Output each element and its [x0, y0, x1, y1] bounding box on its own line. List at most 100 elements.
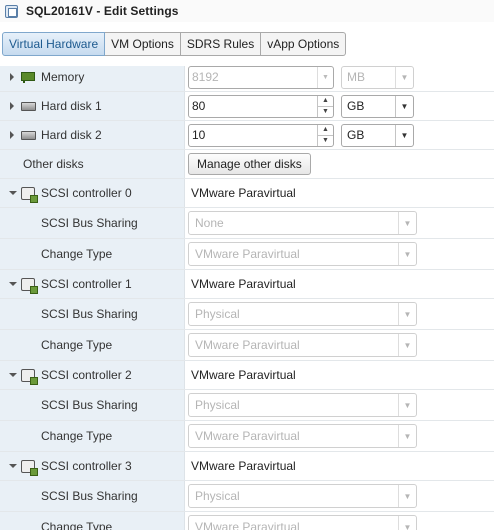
title-bar: SQL20161V - Edit Settings: [0, 0, 494, 22]
scsi-2-bus-sharing-select[interactable]: Physical ▼: [188, 393, 417, 417]
scsi-3-change-type-select[interactable]: VMware Paravirtual ▼: [188, 515, 417, 530]
hard-disk-1-label: Hard disk 1: [41, 99, 102, 113]
change-type-label: Change Type: [41, 338, 113, 352]
scsi-0-change-type-row: Change Type VMware Paravirtual ▼: [0, 239, 494, 270]
scsi-1-bus-sharing-row: SCSI Bus Sharing Physical ▼: [0, 299, 494, 330]
scsi-controller-1-label: SCSI controller 1: [41, 277, 132, 291]
hard-disk-1-row: Hard disk 1 80 ▲ ▼ GB ▼: [0, 92, 494, 121]
scsi-controller-0-row: SCSI controller 0 VMware Paravirtual: [0, 179, 494, 208]
scsi-3-change-type-row: Change Type VMware Paravirtual ▼: [0, 512, 494, 530]
change-type-label: Change Type: [41, 520, 113, 530]
scsi-controller-3-row: SCSI controller 3 VMware Paravirtual: [0, 452, 494, 481]
other-disks-label-cell: Other disks: [0, 150, 185, 178]
scsi-controller-2-label: SCSI controller 2: [41, 368, 132, 382]
scsi-controller-3-label-cell[interactable]: SCSI controller 3: [0, 452, 185, 480]
hard-disk-1-size-input[interactable]: 80 ▲ ▼: [188, 94, 334, 118]
scsi-controller-1-row: SCSI controller 1 VMware Paravirtual: [0, 270, 494, 299]
scsi-controller-2-type: VMware Paravirtual: [191, 368, 296, 382]
memory-label-cell[interactable]: Memory: [0, 66, 185, 91]
other-disks-label: Other disks: [23, 157, 84, 171]
chevron-down-icon[interactable]: ▼: [398, 485, 416, 507]
scsi-bus-sharing-label: SCSI Bus Sharing: [41, 398, 138, 412]
memory-unit-select[interactable]: MB ▼: [341, 66, 414, 89]
collapse-arrow-icon[interactable]: [9, 282, 17, 286]
chevron-down-icon[interactable]: ▼: [395, 95, 413, 117]
hard-disk-icon: [21, 102, 36, 111]
scsi-1-change-type-select[interactable]: VMware Paravirtual ▼: [188, 333, 417, 357]
expand-arrow-icon[interactable]: [10, 102, 14, 110]
scsi-controller-0-label: SCSI controller 0: [41, 186, 132, 200]
chevron-down-icon[interactable]: ▼: [398, 334, 416, 356]
collapse-arrow-icon[interactable]: [9, 464, 17, 468]
scsi-controller-3-type: VMware Paravirtual: [191, 459, 296, 473]
change-type-label: Change Type: [41, 247, 113, 261]
memory-size-input[interactable]: 8192 ▼: [188, 66, 334, 89]
scsi-0-bus-sharing-select[interactable]: None ▼: [188, 211, 417, 235]
spin-up-icon[interactable]: ▲: [318, 125, 333, 136]
scsi-controller-1-type: VMware Paravirtual: [191, 277, 296, 291]
window-title: SQL20161V - Edit Settings: [26, 4, 179, 18]
scsi-controller-0-type: VMware Paravirtual: [191, 186, 296, 200]
hard-disk-icon: [21, 131, 36, 140]
scsi-controller-2-row: SCSI controller 2 VMware Paravirtual: [0, 361, 494, 390]
scsi-0-change-type-value: VMware Paravirtual: [195, 247, 300, 261]
expand-arrow-icon[interactable]: [10, 73, 14, 81]
collapse-arrow-icon[interactable]: [9, 373, 17, 377]
change-type-label: Change Type: [41, 429, 113, 443]
hard-disk-2-size-input[interactable]: 10 ▲ ▼: [188, 123, 334, 147]
hard-disk-1-label-cell[interactable]: Hard disk 1: [0, 92, 185, 120]
memory-label: Memory: [41, 70, 85, 84]
settings-tabs: Virtual Hardware VM Options SDRS Rules v…: [2, 32, 347, 56]
chevron-down-icon[interactable]: ▼: [398, 212, 416, 234]
scsi-controller-2-label-cell[interactable]: SCSI controller 2: [0, 361, 185, 389]
chevron-down-icon[interactable]: ▼: [398, 425, 416, 447]
collapse-arrow-icon[interactable]: [9, 191, 17, 195]
hard-disk-2-unit-value: GB: [347, 128, 365, 142]
scsi-1-bus-sharing-select[interactable]: Physical ▼: [188, 302, 417, 326]
scsi-bus-sharing-label: SCSI Bus Sharing: [41, 307, 138, 321]
scsi-3-change-type-value: VMware Paravirtual: [195, 520, 300, 530]
hard-disk-1-unit-select[interactable]: GB ▼: [341, 94, 414, 118]
chevron-down-icon[interactable]: ▼: [398, 243, 416, 265]
scsi-3-bus-sharing-select[interactable]: Physical ▼: [188, 484, 417, 508]
memory-size-value: 8192: [192, 70, 219, 84]
hard-disk-2-unit-select[interactable]: GB ▼: [341, 123, 414, 147]
tab-vapp-options[interactable]: vApp Options: [261, 32, 347, 56]
hard-disk-1-unit-value: GB: [347, 99, 365, 113]
scsi-controller-icon: [21, 369, 38, 385]
scsi-controller-3-label: SCSI controller 3: [41, 459, 132, 473]
tab-vm-options[interactable]: VM Options: [105, 32, 181, 56]
chevron-down-icon[interactable]: ▼: [398, 516, 416, 530]
hardware-grid: Memory 8192 ▼ MB ▼ Hard disk 1 80 ▲ ▼ GB…: [0, 66, 494, 530]
scsi-2-change-type-select[interactable]: VMware Paravirtual ▼: [188, 424, 417, 448]
scsi-1-change-type-row: Change Type VMware Paravirtual ▼: [0, 330, 494, 361]
scsi-2-change-type-row: Change Type VMware Paravirtual ▼: [0, 421, 494, 452]
expand-arrow-icon[interactable]: [10, 131, 14, 139]
scsi-1-bus-sharing-value: Physical: [195, 307, 240, 321]
chevron-down-icon[interactable]: ▼: [398, 303, 416, 325]
scsi-2-change-type-value: VMware Paravirtual: [195, 429, 300, 443]
spin-down-icon[interactable]: ▼: [318, 136, 333, 146]
scsi-controller-0-label-cell[interactable]: SCSI controller 0: [0, 179, 185, 207]
chevron-down-icon[interactable]: ▼: [398, 394, 416, 416]
chevron-down-icon[interactable]: ▼: [395, 124, 413, 146]
hard-disk-2-row: Hard disk 2 10 ▲ ▼ GB ▼: [0, 121, 494, 150]
chevron-down-icon[interactable]: ▼: [318, 67, 333, 88]
chevron-down-icon[interactable]: ▼: [395, 66, 413, 88]
spin-down-icon[interactable]: ▼: [318, 107, 333, 117]
scsi-2-bus-sharing-value: Physical: [195, 398, 240, 412]
scsi-0-bus-sharing-row: SCSI Bus Sharing None ▼: [0, 208, 494, 239]
tab-sdrs-rules[interactable]: SDRS Rules: [180, 32, 262, 56]
hard-disk-2-size-value: 10: [192, 128, 206, 142]
scsi-2-bus-sharing-row: SCSI Bus Sharing Physical ▼: [0, 390, 494, 421]
scsi-0-change-type-select[interactable]: VMware Paravirtual ▼: [188, 242, 417, 266]
memory-unit-value: MB: [347, 70, 365, 84]
tab-virtual-hardware[interactable]: Virtual Hardware: [2, 32, 106, 56]
scsi-bus-sharing-label: SCSI Bus Sharing: [41, 216, 138, 230]
memory-icon: [21, 72, 35, 83]
hard-disk-2-label-cell[interactable]: Hard disk 2: [0, 121, 185, 149]
scsi-3-bus-sharing-row: SCSI Bus Sharing Physical ▼: [0, 481, 494, 512]
manage-other-disks-button[interactable]: Manage other disks: [188, 153, 311, 175]
scsi-controller-1-label-cell[interactable]: SCSI controller 1: [0, 270, 185, 298]
spin-up-icon[interactable]: ▲: [318, 96, 333, 107]
